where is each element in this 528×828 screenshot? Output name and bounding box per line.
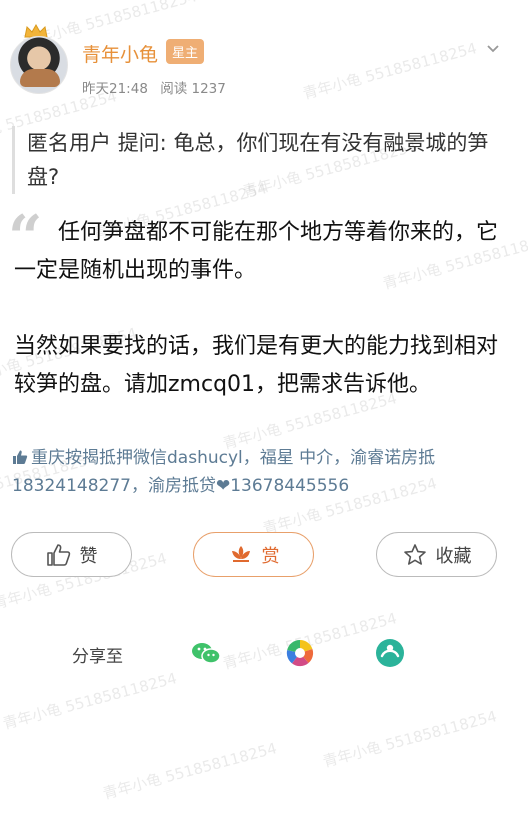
- view-count: 阅读 1237: [160, 81, 226, 97]
- post-time: 昨天21:48: [82, 81, 148, 97]
- tip-label: 赏: [261, 545, 280, 567]
- answer-paragraph: 任何笋盘都不可能在那个地方等着你来的，它一定是随机出现的事件。: [14, 220, 499, 283]
- share-label: 分享至: [72, 647, 123, 667]
- post-meta: 昨天21:48 阅读 1237: [82, 77, 226, 97]
- wechat-icon[interactable]: [189, 636, 223, 670]
- answer-body: “ 任何笋盘都不可能在那个地方等着你来的，它一定是随机出现的事件。 当然如果要找…: [0, 208, 528, 404]
- qzone-icon[interactable]: [373, 636, 407, 670]
- lotus-icon: [231, 545, 250, 562]
- tip-button[interactable]: 赏: [193, 532, 314, 577]
- watermark: 青年小龟 551858118254: [320, 707, 499, 771]
- answer-paragraph: 当然如果要找的话，我们是有更大的能力找到相对较笋的盘。请加zmcq01，把需求告…: [14, 334, 499, 397]
- share-bar: 分享至: [0, 632, 528, 692]
- favorite-label: 收藏: [435, 545, 472, 567]
- avatar-dog-shape: [20, 69, 60, 87]
- post-container: 青年小龟 星主 昨天21:48 阅读 1237 匿名用户 提问: 龟总，你们现在…: [0, 0, 528, 692]
- question-quote: 匿名用户 提问: 龟总，你们现在有没有融景城的笋盘?: [12, 126, 500, 194]
- favorite-button[interactable]: 收藏: [376, 532, 497, 577]
- like-label: 赞: [79, 545, 98, 567]
- thumbs-up-icon: [46, 543, 70, 566]
- chevron-down-icon[interactable]: [486, 42, 500, 56]
- ad-text: 重庆按揭抵押微信dashucyl，福星 中介，渝睿诺房抵18324148277，…: [12, 448, 436, 496]
- star-icon: [403, 543, 426, 565]
- asker-name: 匿名用户: [27, 131, 111, 155]
- post-header: 青年小龟 星主 昨天21:48 阅读 1237: [0, 0, 528, 112]
- quote-mark-icon: “: [8, 203, 43, 273]
- ad-line[interactable]: 重庆按揭抵押微信dashucyl，福星 中介，渝睿诺房抵18324148277，…: [0, 444, 528, 500]
- avatar[interactable]: [10, 36, 68, 94]
- role-badge: 星主: [166, 39, 205, 64]
- like-button[interactable]: 赞: [11, 532, 132, 577]
- watermark: 青年小龟 551858118254: [100, 739, 279, 803]
- thumbs-up-icon: [13, 450, 28, 464]
- author-name[interactable]: 青年小龟: [82, 40, 158, 67]
- moments-icon[interactable]: [283, 636, 317, 670]
- action-bar: 赞 赏 收藏: [0, 532, 528, 602]
